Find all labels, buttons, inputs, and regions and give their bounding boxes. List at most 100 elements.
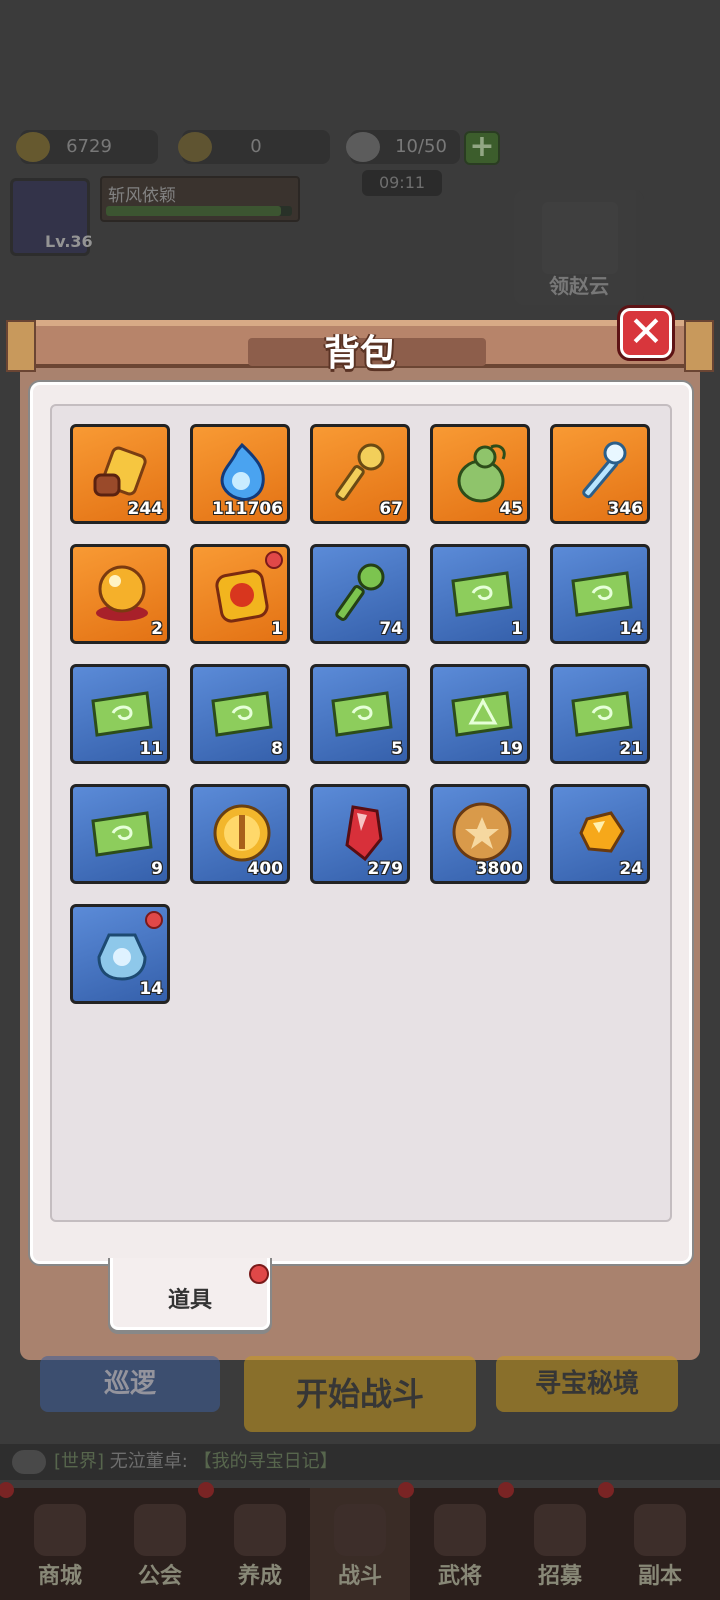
hero-portrait [542,202,618,274]
battle-swords-icon [334,1504,386,1556]
ice-scepter-key-icon [567,437,637,507]
chat-bar[interactable]: [世界] 无泣董卓: 【我的寻宝日记】 [0,1444,720,1480]
fire-orb-icon [87,557,157,627]
inventory-item[interactable]: 279 [310,784,410,884]
inventory-item[interactable]: 3800 [430,784,530,884]
inventory-item[interactable]: 9 [70,784,170,884]
gold-ticket-icon [178,132,212,162]
blue-spirit-flame-icon [207,437,277,507]
item-quantity: 346 [607,499,644,519]
player-level: Lv.36 [45,232,93,251]
nav-notification-dot [0,1482,14,1498]
inventory-item[interactable]: 5 [310,664,410,764]
treasure-button[interactable]: 寻宝秘境 [496,1356,678,1412]
inventory-item[interactable]: 67 [310,424,410,524]
nav-label: 商城 [37,1564,82,1589]
item-quantity: 45 [499,499,523,519]
item-quantity: 244 [127,499,164,519]
inventory-item[interactable]: 2 [70,544,170,644]
player-name: 斩风依颖 [108,186,176,206]
inventory-item[interactable]: 400 [190,784,290,884]
bronze-coin-icon [447,797,517,867]
item-quantity: 24 [619,859,643,879]
green-scroll-icon [87,677,157,747]
ticket-counter: 0 [178,130,330,164]
nav-notification-dot [198,1482,214,1498]
bun-icon [346,132,380,162]
item-quantity: 11 [139,739,163,759]
tab-notification-dot [249,1264,269,1284]
inventory-item[interactable]: 8 [190,664,290,764]
item-quantity: 1 [511,619,523,639]
patrol-button[interactable]: 巡逻 [40,1356,220,1412]
item-quantity: 74 [379,619,403,639]
nav-label: 战斗 [337,1564,382,1589]
inventory-item[interactable]: 111706 [190,424,290,524]
stamina-timer: 09:11 [362,170,442,196]
item-quantity: 8 [271,739,283,759]
nav-item-5[interactable]: 招募 [498,1482,610,1600]
nav-item-1[interactable]: 公会 [110,1488,210,1600]
green-scroll-icon [87,797,157,867]
gold-value: 6729 [66,136,112,157]
inventory-item[interactable]: 21 [550,664,650,764]
amber-gem-icon [567,797,637,867]
nav-item-2[interactable]: 养成 [198,1482,310,1600]
shop-coin-icon [34,1504,86,1556]
item-notification-dot [265,551,283,569]
start-battle-button[interactable]: 开始战斗 [244,1356,476,1432]
nav-item-0[interactable]: 商城 [0,1482,110,1600]
inventory-item[interactable]: 11 [70,664,170,764]
inventory-item[interactable]: 14 [550,544,650,644]
chat-message[interactable]: 【我的寻宝日记】 [194,1451,338,1472]
green-scroll-icon [567,557,637,627]
gold-counter: 6729 [16,130,158,164]
green-scroll-icon [567,677,637,747]
green-scroll-icon [327,677,397,747]
nav-label: 公会 [137,1564,182,1589]
nav-item-4[interactable]: 武将 [398,1482,510,1600]
game-screen: { "resources": { "gold": "6729", "ingot"… [0,0,720,1600]
player-name-box: 斩风依颖 [100,176,300,222]
nav-item-6[interactable]: 副本 [598,1482,710,1600]
inventory-item[interactable]: 346 [550,424,650,524]
inventory-item[interactable]: 14 [70,904,170,1004]
inventory-item[interactable]: 19 [430,664,530,764]
item-quantity: 279 [367,859,404,879]
inventory-item[interactable]: 24 [550,784,650,884]
inventory-item[interactable]: 45 [430,424,530,524]
player-avatar[interactable]: Lv.36 [10,178,93,256]
nav-notification-dot [598,1482,614,1498]
guild-shield-icon [134,1504,186,1556]
inventory-item[interactable]: 1 [430,544,530,644]
blue-pouch-icon [87,917,157,987]
bag-panel-header: 背包 [6,320,714,374]
hero-name: 领赵云 [549,274,609,298]
jade-key-icon [327,557,397,627]
item-quantity: 2 [151,619,163,639]
chat-sender: 无泣董卓: [109,1451,188,1472]
nav-item-3[interactable]: 战斗 [310,1488,410,1600]
chat-channel: [世界] [54,1451,105,1472]
item-quantity: 67 [379,499,403,519]
inventory-item[interactable]: 244 [70,424,170,524]
item-quantity: 3800 [475,859,523,879]
close-button[interactable]: ✕ [617,305,675,361]
add-stamina-button[interactable]: + [464,131,500,165]
treasure-label: 寻宝秘境 [534,1369,639,1399]
gold-ingot-icon [16,132,50,162]
item-quantity: 9 [151,859,163,879]
nav-label: 武将 [437,1564,482,1589]
tab-items[interactable]: 道具 [110,1258,270,1330]
item-quantity: 111706 [212,499,283,519]
nav-label: 养成 [237,1564,282,1589]
hero-card[interactable]: 领赵云 [514,190,644,305]
tab-items-label: 道具 [167,1288,212,1313]
inventory-item[interactable]: 1 [190,544,290,644]
item-quantity: 14 [619,619,643,639]
inventory-item[interactable]: 74 [310,544,410,644]
dungeon-icon [634,1504,686,1556]
start-battle-label: 开始战斗 [295,1375,424,1413]
green-scroll-triangle-icon [447,677,517,747]
green-gourd-icon [447,437,517,507]
